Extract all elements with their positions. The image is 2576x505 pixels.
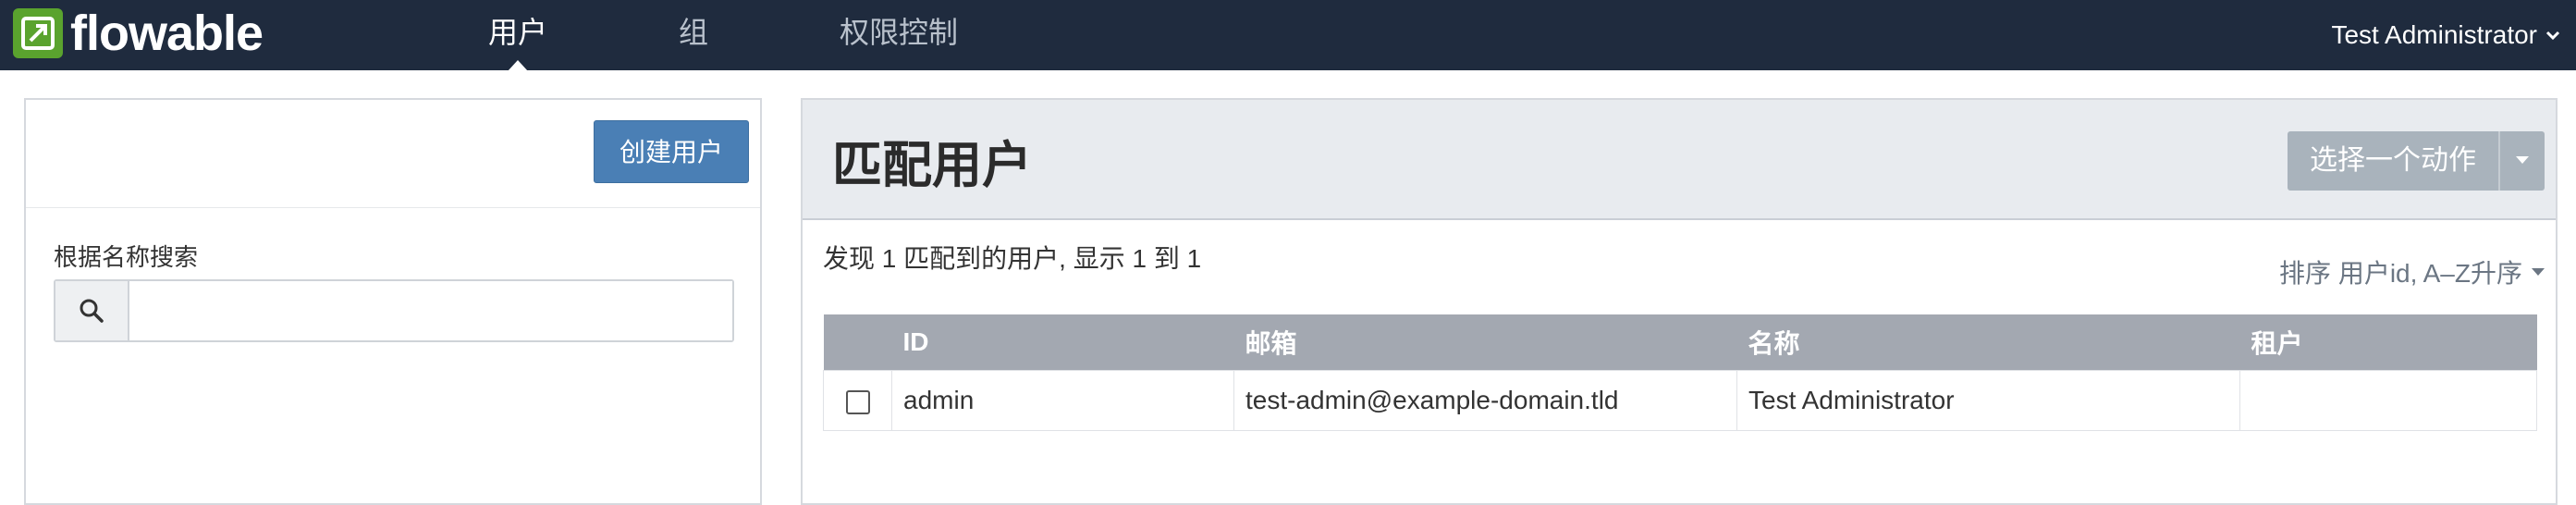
user-name: Test Administrator [2331,20,2537,49]
cell-name: Test Administrator [1736,370,2240,431]
action-split-button: 选择一个动作 [2288,131,2545,191]
nav-tab-label: 权限控制 [840,16,959,49]
result-summary: 发现 1 匹配到的用户, 显示 1 到 1 [823,244,1202,273]
nav-tab-groups[interactable]: 组 [679,0,708,70]
nav-tab-label: 用户 [488,16,548,49]
sort-label: 排序 用户id, A–Z升序 [2279,259,2522,288]
logo-wordmark: flowable [70,6,264,61]
nav-tab-label: 组 [679,16,709,49]
active-tab-caret [508,60,528,71]
select-column-header [823,314,892,371]
caret-down-icon [2532,268,2545,276]
flowable-logo-icon [13,8,63,58]
search-icon [55,281,129,340]
top-navbar: flowable 用户 组 权限控制 Test Administrator [0,0,2576,71]
left-panel-header: 创建用户 [26,100,760,208]
column-header-email: 邮箱 [1233,314,1737,371]
search-input-group [54,279,734,342]
chevron-down-icon [2545,31,2560,41]
cell-email: test-admin@example-domain.tld [1233,370,1737,431]
column-header-tenant: 租户 [2239,314,2537,371]
choose-action-button[interactable]: 选择一个动作 [2288,131,2498,191]
column-header-id: ID [891,314,1234,371]
row-checkbox-cell [823,370,892,431]
flowable-logo[interactable]: flowable [13,6,264,61]
table-row[interactable]: admin test-admin@example-domain.tld Test… [823,370,2537,431]
row-checkbox[interactable] [845,389,870,414]
user-search-panel: 创建用户 根据名称搜索 [24,98,762,505]
search-input[interactable] [129,281,732,340]
table-header-row: ID 邮箱 名称 租户 [823,314,2537,371]
caret-down-icon [2516,156,2529,164]
page-title: 匹配用户 [832,138,1032,193]
create-user-button[interactable]: 创建用户 [594,120,749,183]
nav-tab-users[interactable]: 用户 [488,0,548,71]
cell-tenant [2239,370,2537,431]
action-dropdown-toggle[interactable] [2498,131,2545,191]
users-table: ID 邮箱 名称 租户 admin test-admin@example-dom… [823,314,2537,431]
nav-tab-privileges[interactable]: 权限控制 [840,0,958,70]
sort-dropdown[interactable]: 排序 用户id, A–Z升序 [2279,253,2545,290]
matching-users-panel: 匹配用户 选择一个动作 发现 1 匹配到的用户, 显示 1 到 1 排序 用户i… [801,98,2558,505]
search-label: 根据名称搜索 [54,243,199,271]
user-menu[interactable]: Test Administrator [2331,0,2561,70]
right-panel-header: 匹配用户 选择一个动作 [803,100,2556,220]
column-header-name: 名称 [1736,314,2240,371]
cell-id: admin [891,370,1234,431]
